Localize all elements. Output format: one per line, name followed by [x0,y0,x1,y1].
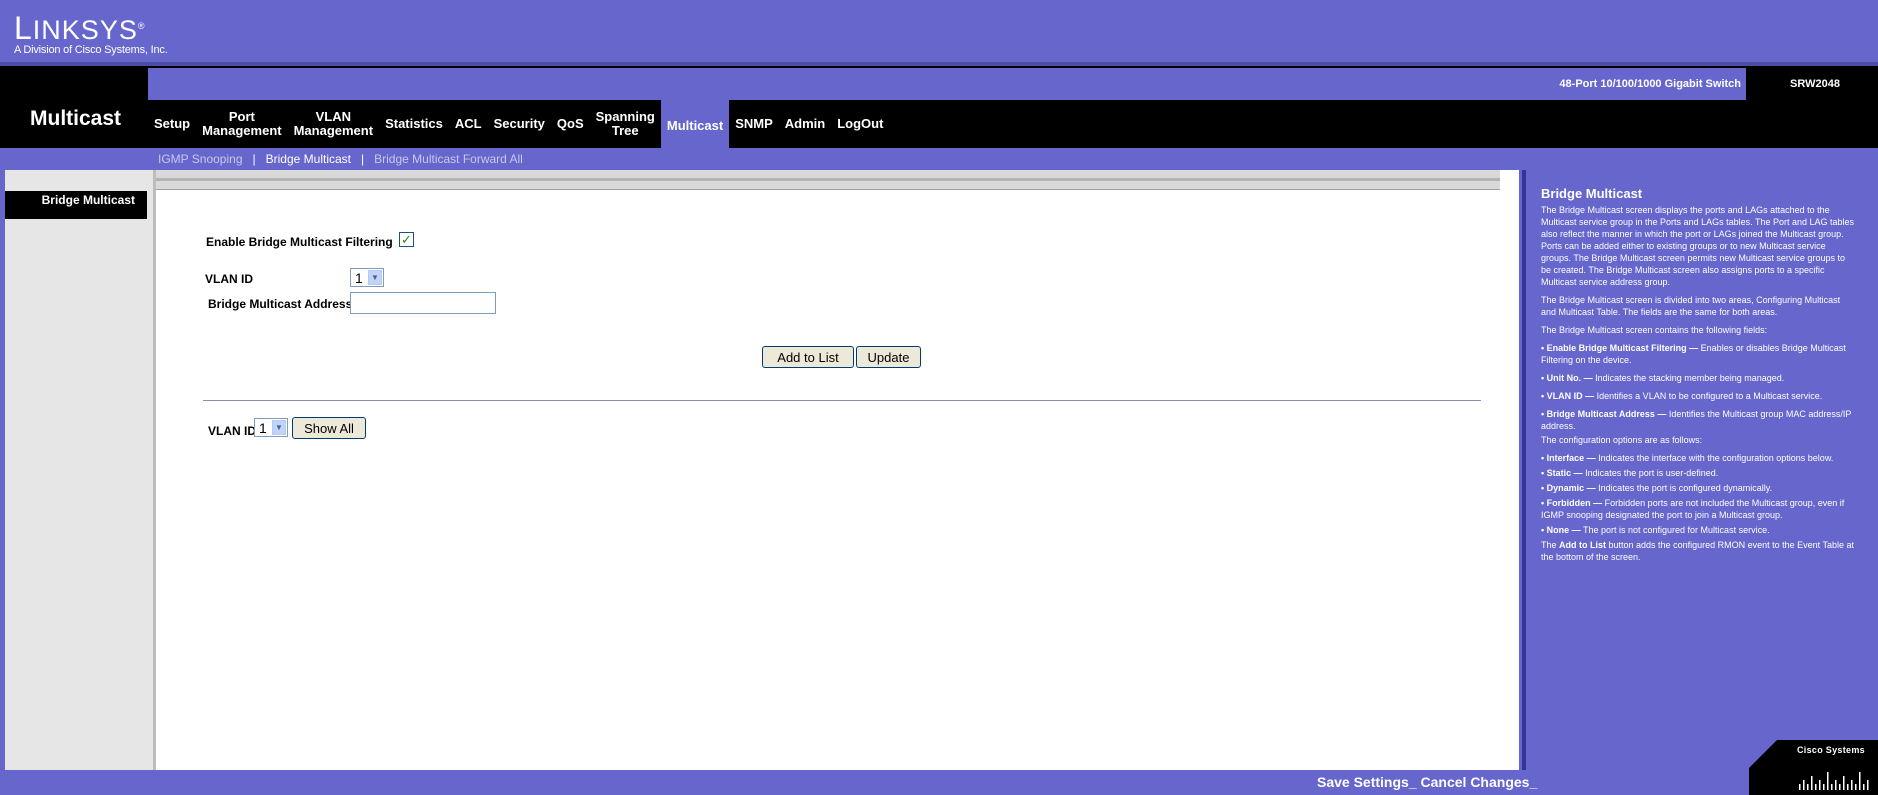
help-field-desc: Indicates the stacking member being mana… [1592,373,1785,383]
help-option-desc: Indicates the interface with the configu… [1595,453,1834,463]
vlan-id-value: 1 [355,269,363,286]
brand-initial: L [14,10,33,46]
add-to-list-button[interactable]: Add to List [762,346,854,368]
table-vlan-id-label: VLAN ID [208,424,256,438]
help-fields-intro: The Bridge Multicast screen contains the… [1541,325,1768,335]
help-option-name: • Static — [1541,468,1583,478]
help-option-item: • Forbidden — Forbidden ports are not in… [1541,497,1856,521]
help-footer: The Add to List button adds the configur… [1541,539,1856,563]
help-option-item: • None — The port is not configured for … [1541,524,1856,536]
content-top-stripe [156,170,1500,190]
help-options-intro: The configuration options are as follows… [1541,435,1703,445]
help-option-name: • Dynamic — [1541,483,1596,493]
model-description: 48-Port 10/100/1000 Gigabit Switch [1559,78,1741,90]
help-intro: The Bridge Multicast screen displays the… [1541,205,1854,287]
help-areas: The Bridge Multicast screen is divided i… [1541,295,1841,317]
table-vlan-id-select[interactable]: 1 ▼ [254,418,288,437]
section-title: Multicast [30,107,122,130]
division-text: A Division of Cisco Systems, Inc. [14,44,168,56]
tab-vlan-management[interactable]: VLAN Management [288,100,379,148]
help-option-item: • Static — Indicates the port is user-de… [1541,467,1856,479]
linksys-logo: LINKSYS® A Division of Cisco Systems, In… [14,12,168,56]
model-bar [148,68,1746,100]
left-sidebar [5,170,153,770]
bridge-multicast-address-input[interactable] [350,292,496,314]
help-field-item: • VLAN ID — Identifies a VLAN to be conf… [1541,390,1856,402]
brand-name: LINKSYS® [14,12,168,44]
help-footer-pre: The [1541,540,1560,550]
cancel-changes-button[interactable]: Cancel Changes [1421,774,1530,790]
subnav-bridge-multicast-forward-all[interactable]: Bridge Multicast Forward All [364,152,533,166]
subnav-igmp-snooping[interactable]: IGMP Snooping [148,152,253,166]
tab-statistics[interactable]: Statistics [379,100,449,148]
vlan-id-label: VLAN ID [205,272,253,286]
help-footer-bold: Add to List [1559,540,1607,550]
help-field-name: • Unit No. — [1541,373,1593,383]
help-option-desc: Indicates the port is configured dynamic… [1595,483,1773,493]
table-vlan-id-value: 1 [259,419,267,436]
tab-spanning-tree[interactable]: Spanning Tree [590,100,661,148]
help-field-item: • Enable Bridge Multicast Filtering — En… [1541,342,1856,366]
section-divider [203,400,1481,401]
help-option-desc: The port is not configured for Multicast… [1580,525,1770,535]
help-title: Bridge Multicast [1541,186,1643,201]
help-option-name: • None — [1541,525,1581,535]
tab-qos[interactable]: QoS [551,100,590,148]
tab-acl[interactable]: ACL [449,100,488,148]
save-settings-button[interactable]: Save Settings [1317,774,1409,790]
sub-nav: IGMP Snooping | Bridge Multicast | Bridge Mu… [148,148,533,170]
bottom-bar [0,770,1878,795]
cisco-systems-logo: Cisco Systems [1749,740,1878,795]
underscore-separator: _ [1529,774,1538,790]
tab-logout[interactable]: LogOut [831,100,889,148]
tab-multicast[interactable]: Multicast [660,100,730,148]
help-field-item: • Bridge Multicast Address — Identifies … [1541,408,1856,432]
tab-snmp[interactable]: SNMP [729,100,779,148]
enable-filtering-label: Enable Bridge Multicast Filtering [206,235,393,249]
help-option-desc: Indicates the port is user-defined. [1582,468,1719,478]
subnav-bridge-multicast[interactable]: Bridge Multicast [256,152,361,166]
main-nav: Setup Port Management VLAN Management Stati… [148,100,889,148]
bridge-multicast-address-label: Bridge Multicast Address [208,297,353,311]
show-all-button[interactable]: Show All [292,417,366,439]
help-field-name: • VLAN ID — [1541,391,1595,401]
help-option-item: • Interface — Indicates the interface wi… [1541,452,1856,464]
tab-security[interactable]: Security [488,100,551,148]
top-header: LINKSYS® A Division of Cisco Systems, In… [0,0,1878,62]
vlan-id-select[interactable]: 1 ▼ [350,268,384,287]
help-field-desc: Identifies a VLAN to be configured to a … [1594,391,1823,401]
chevron-down-icon: ▼ [367,270,382,285]
help-option-name: • Forbidden — [1541,498,1603,508]
help-option-name: • Interface — [1541,453,1596,463]
chevron-down-icon: ▼ [271,420,286,435]
brand-rest: INKSYS [32,15,138,45]
enable-filtering-checkbox[interactable]: ✓ [399,232,414,247]
help-field-item: • Unit No. — Indicates the stacking memb… [1541,372,1856,384]
help-content: Bridge Multicast The Bridge Multicast sc… [1541,186,1856,569]
bottom-actions: Save Settings_ Cancel Changes_ [1317,774,1537,790]
help-option-item: • Dynamic — Indicates the port is config… [1541,482,1856,494]
tab-port-management[interactable]: Port Management [196,100,287,148]
help-field-name: • Enable Bridge Multicast Filtering — [1541,343,1699,353]
main-content [153,170,1519,770]
model-number: SRW2048 [1790,78,1840,90]
tab-admin[interactable]: Admin [779,100,831,148]
update-button[interactable]: Update [856,346,921,368]
tab-setup[interactable]: Setup [148,100,196,148]
underscore-separator: _ [1408,774,1421,790]
registered-mark: ® [137,21,146,31]
help-field-name: • Bridge Multicast Address — [1541,409,1667,419]
cisco-logo-text: Cisco Systems [1797,745,1865,755]
sidebar-item-bridge-multicast[interactable]: Bridge Multicast [5,191,147,219]
